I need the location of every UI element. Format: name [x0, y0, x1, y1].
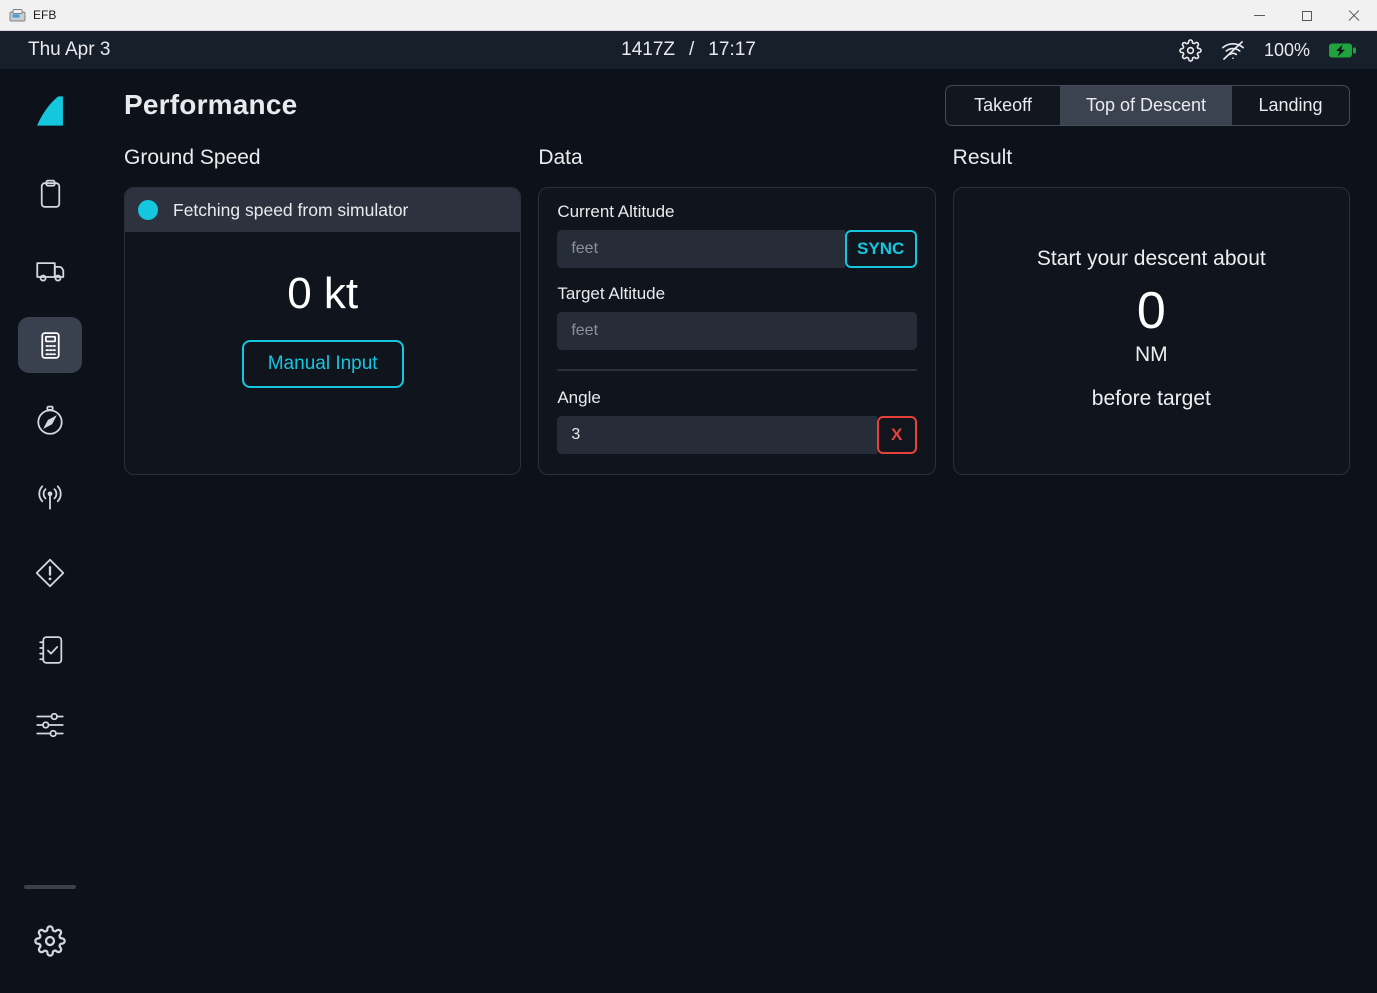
tab-landing[interactable]: Landing — [1232, 86, 1349, 125]
page-title: Performance — [124, 89, 297, 121]
sidebar-item-presets[interactable] — [18, 697, 82, 753]
result-outro-text: before target — [1092, 384, 1211, 414]
tab-top-of-descent[interactable]: Top of Descent — [1060, 86, 1232, 125]
settings-icon[interactable] — [1179, 39, 1202, 62]
data-card-body: Current Altitude SYNC Target Altitude An… — [539, 188, 934, 454]
truck-icon — [33, 252, 67, 286]
sidebar-divider — [24, 885, 76, 889]
target-altitude-row — [557, 312, 916, 350]
minimize-icon — [1254, 15, 1265, 16]
sidebar-nav — [0, 69, 100, 993]
angle-clear-button[interactable]: X — [877, 416, 917, 454]
sidebar-item-dispatch[interactable] — [18, 165, 82, 221]
data-card: Current Altitude SYNC Target Altitude An… — [538, 187, 935, 475]
data-section-title: Data — [538, 146, 935, 170]
result-section-title: Result — [953, 146, 1350, 170]
result-distance-unit: NM — [1135, 342, 1168, 368]
minimize-button[interactable] — [1236, 0, 1283, 31]
sliders-icon — [33, 708, 67, 742]
ground-speed-section-title: Ground Speed — [124, 146, 521, 170]
maximize-icon — [1302, 11, 1312, 21]
sync-button[interactable]: SYNC — [845, 230, 917, 268]
ground-speed-card: Fetching speed from simulator 0 kt Manua… — [124, 187, 521, 475]
checklist-icon — [34, 633, 67, 666]
flybywire-tail-logo — [30, 91, 70, 131]
window-controls — [1236, 0, 1377, 31]
status-clock: 1417Z / 17:17 — [621, 39, 756, 61]
calculator-icon — [34, 329, 67, 362]
performance-tab-group: Takeoff Top of Descent Landing — [945, 85, 1350, 126]
close-button[interactable] — [1330, 0, 1377, 31]
result-card: Start your descent about 0 NM before tar… — [953, 187, 1350, 475]
sidebar-item-checklists[interactable] — [18, 621, 82, 677]
cards-row: Fetching speed from simulator 0 kt Manua… — [124, 187, 1350, 475]
sidebar-item-settings[interactable] — [18, 913, 82, 969]
sidebar-item-atc[interactable] — [18, 469, 82, 525]
sidebar-item-ground[interactable] — [18, 241, 82, 297]
ground-speed-status-bar: Fetching speed from simulator — [125, 188, 520, 232]
tab-takeoff[interactable]: Takeoff — [946, 86, 1060, 125]
warning-diamond-icon — [33, 556, 67, 590]
battery-percent: 100% — [1264, 40, 1310, 61]
angle-row: X — [557, 416, 916, 454]
result-distance-value: 0 — [1137, 280, 1166, 342]
close-icon — [1348, 10, 1360, 22]
battery-charging-icon — [1328, 42, 1357, 59]
section-titles-row: Ground Speed Data Result — [124, 146, 1350, 170]
gear-icon — [34, 925, 66, 957]
local-time: 17:17 — [708, 39, 756, 61]
target-altitude-label: Target Altitude — [557, 284, 916, 304]
result-card-body: Start your descent about 0 NM before tar… — [954, 188, 1349, 414]
app-icon — [9, 8, 26, 23]
status-date: Thu Apr 3 — [28, 39, 110, 61]
manual-input-button[interactable]: Manual Input — [242, 340, 404, 388]
current-altitude-row: SYNC — [557, 230, 916, 268]
current-altitude-input[interactable] — [557, 230, 844, 268]
status-icons: 100% — [1179, 39, 1357, 62]
sidebar-item-performance[interactable] — [18, 317, 82, 373]
efb-statusbar: Thu Apr 3 1417Z / 17:17 100% — [0, 31, 1377, 69]
maximize-button[interactable] — [1283, 0, 1330, 31]
current-altitude-label: Current Altitude — [557, 202, 916, 222]
ground-speed-status-text: Fetching speed from simulator — [173, 200, 408, 221]
angle-input[interactable] — [557, 416, 876, 454]
efb-app: Performance Takeoff Top of Descent Landi… — [0, 69, 1377, 993]
sync-status-dot-icon — [138, 200, 158, 220]
time-separator: / — [689, 39, 694, 61]
angle-label: Angle — [557, 388, 916, 408]
sidebar-item-failures[interactable] — [18, 545, 82, 601]
window-titlebar: EFB — [0, 0, 1377, 31]
window-title: EFB — [33, 8, 56, 22]
broadcast-icon — [33, 480, 67, 514]
ground-speed-value: 0 kt — [287, 268, 358, 320]
sidebar-item-navigation[interactable] — [18, 393, 82, 449]
result-intro-text: Start your descent about — [1037, 244, 1266, 274]
data-divider — [557, 369, 916, 371]
wifi-off-icon — [1220, 39, 1246, 62]
ground-speed-body: 0 kt Manual Input — [125, 232, 520, 388]
target-altitude-input[interactable] — [557, 312, 916, 350]
utc-time: 1417Z — [621, 39, 675, 61]
compass-icon — [33, 404, 67, 438]
main-content: Performance Takeoff Top of Descent Landi… — [100, 69, 1377, 993]
clipboard-icon — [34, 177, 67, 210]
page-header: Performance Takeoff Top of Descent Landi… — [124, 83, 1350, 127]
